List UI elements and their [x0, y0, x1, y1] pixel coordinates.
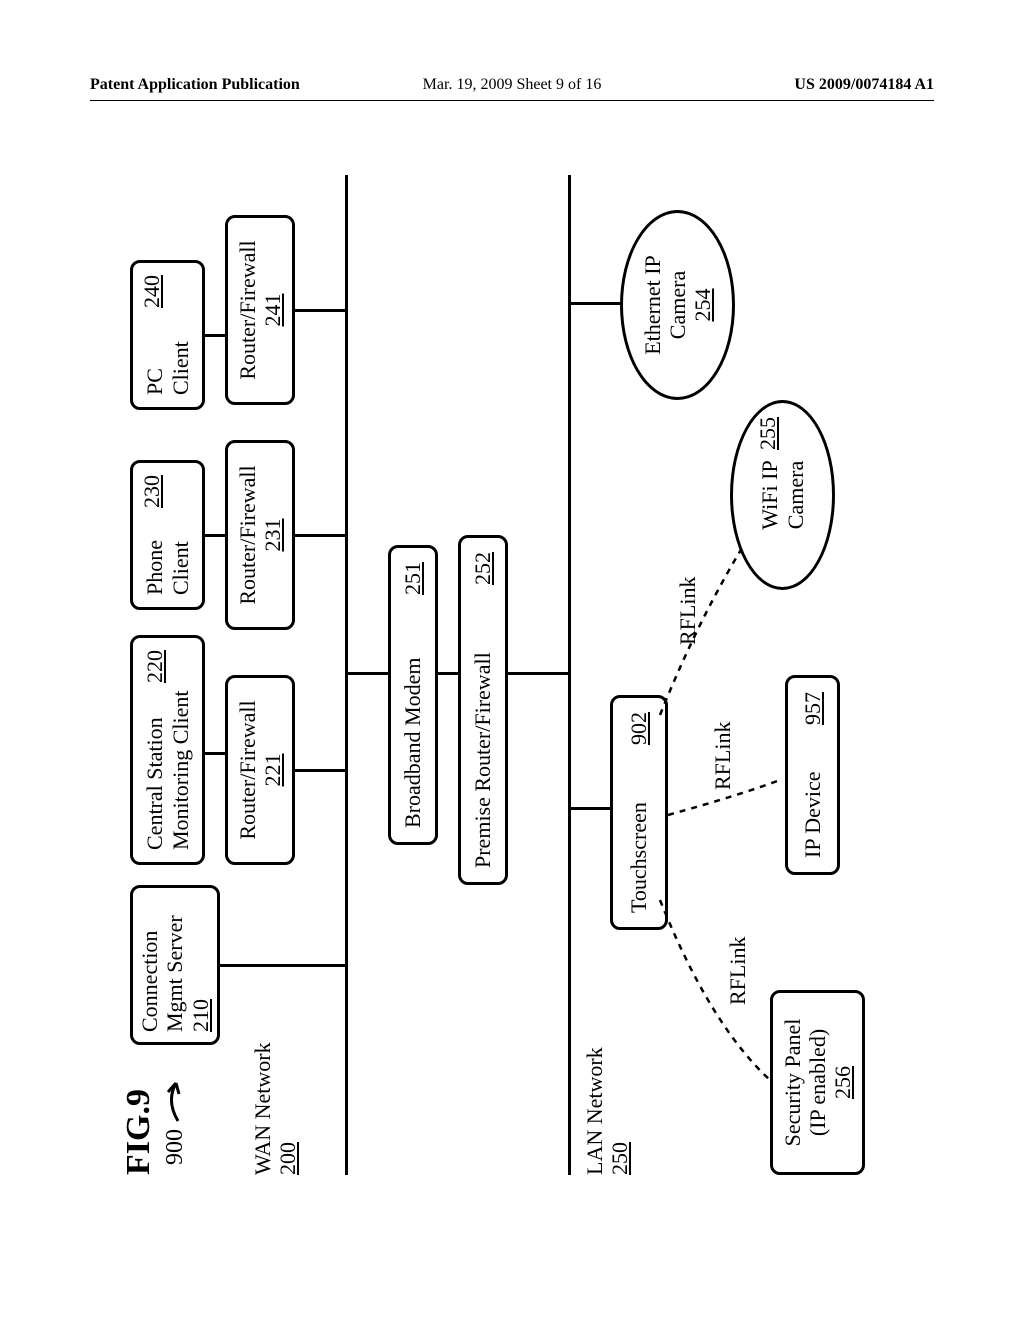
- rflink-label-3: RFLink: [675, 577, 700, 645]
- pc-line1: PC: [142, 341, 167, 395]
- figure-canvas: FIG.9 900 Connection Mgmt Server 210 Cen…: [120, 175, 890, 1175]
- wire-phone-rf231: [205, 534, 225, 537]
- wire-pc-rf241: [205, 334, 225, 337]
- csm-ref: 220: [142, 650, 167, 683]
- ts-ref: 902: [626, 712, 651, 745]
- wan-bus-line: [345, 175, 348, 1175]
- cms-line2: Mgmt Server: [162, 915, 187, 1032]
- box-premise-router: Premise Router/Firewall 252: [458, 535, 508, 885]
- box-router-231: Router/Firewall 231: [225, 440, 295, 630]
- modem-ref: 251: [400, 562, 425, 595]
- box-pc-client: PC Client 240: [130, 260, 205, 410]
- page: Patent Application Publication Mar. 19, …: [0, 0, 1024, 1320]
- header-rule: [90, 100, 934, 101]
- wire-rf241-bus: [295, 309, 347, 312]
- wire-cms-bus: [220, 964, 345, 967]
- rf231-ref: 231: [260, 519, 285, 552]
- phone-line1: Phone: [142, 540, 167, 595]
- lan-network-label: LAN Network 250: [582, 1047, 633, 1175]
- rf231-line1: Router/Firewall: [235, 465, 260, 604]
- wire-lan-ethcam: [568, 302, 628, 305]
- rflink-label-1: RFLink: [725, 937, 750, 1005]
- csm-line1: Central Station: [142, 691, 167, 851]
- wificam-line2: Camera: [783, 460, 808, 529]
- wire-lan-ts: [568, 807, 610, 810]
- ts-line1: Touchscreen: [626, 802, 651, 913]
- prf-ref: 252: [470, 552, 495, 585]
- box-central-station: Central Station Monitoring Client 220: [130, 635, 205, 865]
- pc-line2: Client: [168, 341, 193, 395]
- box-broadband-modem: Broadband Modem 251: [388, 545, 438, 845]
- rflink-label-2: RFLink: [710, 722, 735, 790]
- header-right-text: US 2009/0074184 A1: [794, 76, 934, 94]
- box-touchscreen: Touchscreen 902: [610, 695, 668, 930]
- phone-line2: Client: [168, 540, 193, 595]
- node-ethernet-camera: Ethernet IP Camera 254: [620, 210, 735, 400]
- cms-ref: 210: [188, 999, 213, 1032]
- ipd-ref: 957: [800, 692, 825, 725]
- prf-line1: Premise Router/Firewall: [470, 652, 495, 868]
- wificam-ref: 255: [755, 417, 780, 450]
- wire-bus-modem: [345, 672, 390, 675]
- box-phone-client: Phone Client 230: [130, 460, 205, 610]
- box-router-241: Router/Firewall 241: [225, 215, 295, 405]
- rf241-ref: 241: [260, 294, 285, 327]
- rf221-ref: 221: [260, 754, 285, 787]
- rf221-line1: Router/Firewall: [235, 700, 260, 839]
- wan-ref: 200: [275, 1042, 300, 1175]
- csm-line2: Monitoring Client: [168, 691, 193, 851]
- header-left-text: Patent Application Publication: [90, 76, 300, 94]
- figure-ref: 900: [162, 1077, 190, 1165]
- pc-ref: 240: [139, 275, 164, 308]
- ipd-line1: IP Device: [800, 771, 825, 858]
- box-connection-mgmt-server: Connection Mgmt Server 210: [130, 885, 220, 1045]
- figure-ref-number: 900: [162, 1129, 188, 1165]
- wire-rf221-bus: [295, 769, 347, 772]
- wificam-line1: WiFi IP: [757, 460, 782, 529]
- wire-rf231-bus: [295, 534, 347, 537]
- lan-bus-line: [568, 175, 571, 1175]
- sp-line2: (IP enabled): [805, 1029, 830, 1136]
- rf241-line1: Router/Firewall: [235, 240, 260, 379]
- lan-ref: 250: [607, 1047, 632, 1175]
- ethcam-ref: 254: [690, 289, 715, 322]
- ethcam-line2: Camera: [665, 271, 690, 339]
- box-security-panel: Security Panel (IP enabled) 256: [770, 990, 865, 1175]
- sp-line1: Security Panel: [780, 1019, 805, 1147]
- wire-csm-rf221: [205, 752, 225, 755]
- header-center-text: Mar. 19, 2009 Sheet 9 of 16: [423, 76, 602, 94]
- sp-ref: 256: [830, 1066, 855, 1099]
- node-wifi-camera: WiFi IP Camera 255: [730, 400, 835, 590]
- lan-text: LAN Network: [582, 1047, 607, 1175]
- modem-line1: Broadband Modem: [400, 658, 425, 828]
- figure-drawing: FIG.9 900 Connection Mgmt Server 210 Cen…: [120, 175, 890, 1175]
- wire-modem-prf: [438, 672, 458, 675]
- ethcam-line1: Ethernet IP: [640, 255, 665, 355]
- arrow-icon: [166, 1077, 186, 1123]
- wire-prf-lan: [508, 672, 568, 675]
- box-ip-device: IP Device 957: [785, 675, 840, 875]
- wan-text: WAN Network: [250, 1042, 275, 1175]
- cms-line1: Connection: [137, 931, 162, 1032]
- phone-ref: 230: [139, 475, 164, 508]
- figure-label: FIG.9: [120, 1089, 158, 1175]
- wan-network-label: WAN Network 200: [250, 1042, 301, 1175]
- box-router-221: Router/Firewall 221: [225, 675, 295, 865]
